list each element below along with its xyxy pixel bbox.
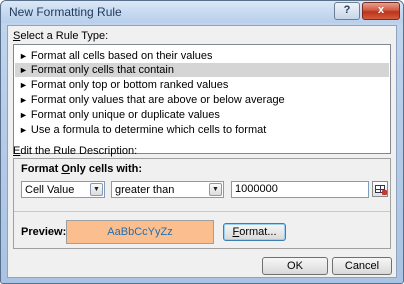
preview-label: Preview: xyxy=(21,226,67,238)
cancel-button[interactable]: Cancel xyxy=(332,257,392,275)
chevron-down-icon[interactable]: ▼ xyxy=(90,183,103,196)
rule-type-item[interactable]: ► Format all cells based on their values xyxy=(15,49,389,63)
format-preview: AaBbCcYyZz xyxy=(66,220,214,244)
dialog-body: Select a Rule Type: ► Format all cells ba… xyxy=(7,25,397,278)
dialog-title: New Formatting Rule xyxy=(9,5,122,19)
arrow-right-icon: ► xyxy=(19,110,28,120)
close-button[interactable]: x xyxy=(362,2,400,20)
cell-reference-button[interactable] xyxy=(372,181,388,197)
dialog-window: New Formatting Rule ? x Select a Rule Ty… xyxy=(0,0,404,284)
rule-type-list[interactable]: ► Format all cells based on their values … xyxy=(13,44,391,154)
rule-type-item[interactable]: ► Format only unique or duplicate values xyxy=(15,108,389,122)
operator-select[interactable]: greater than ▼ xyxy=(111,181,224,198)
arrow-right-icon: ► xyxy=(19,95,28,105)
rule-type-label: Select a Rule Type: xyxy=(13,30,109,42)
help-button[interactable]: ? xyxy=(334,2,360,20)
chevron-down-icon[interactable]: ▼ xyxy=(209,183,222,196)
ok-button[interactable]: OK xyxy=(262,257,328,275)
format-button[interactable]: Format... xyxy=(223,223,286,241)
rule-type-item[interactable]: ► Format only values that are above or be… xyxy=(15,93,389,107)
condition-section: Format Only cells with: Cell Value ▼ gre… xyxy=(14,159,390,212)
rule-description-panel: Format Only cells with: Cell Value ▼ gre… xyxy=(13,158,391,249)
arrow-right-icon: ► xyxy=(19,125,28,135)
title-bar[interactable]: New Formatting Rule ? x xyxy=(1,1,403,23)
condition-heading: Format Only cells with: xyxy=(21,163,143,175)
value-input[interactable]: 1000000 xyxy=(231,181,369,198)
arrow-right-icon: ► xyxy=(19,65,28,75)
rule-type-item-selected[interactable]: ► Format only cells that contain xyxy=(15,63,389,77)
condition-type-select[interactable]: Cell Value ▼ xyxy=(21,181,105,198)
arrow-right-icon: ► xyxy=(19,80,28,90)
arrow-right-icon: ► xyxy=(19,51,28,61)
rule-type-item[interactable]: ► Use a formula to determine which cells … xyxy=(15,123,389,137)
rule-description-label: Edit the Rule Description: xyxy=(13,145,138,157)
rule-type-item[interactable]: ► Format only top or bottom ranked values xyxy=(15,78,389,92)
